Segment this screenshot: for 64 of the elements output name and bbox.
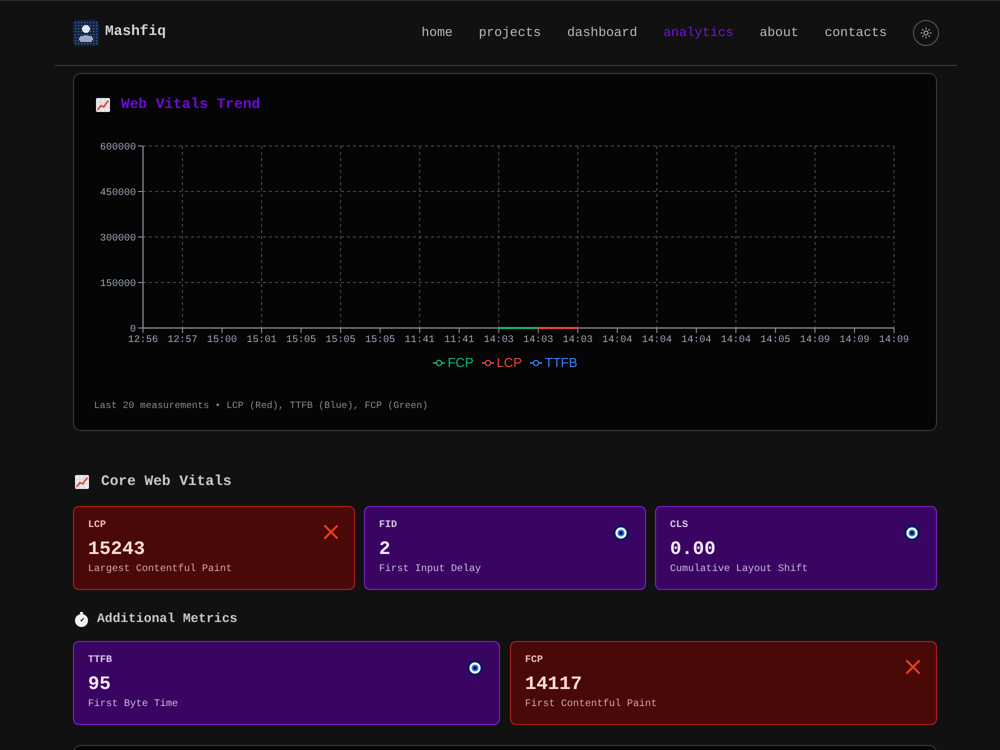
axis-label: 600000 [100,142,136,154]
axis-label: 15:05 [326,335,356,346]
x-mark-icon [324,525,338,539]
section-title: Core Web Vitals [101,473,232,492]
metric-label: TTFB [88,654,114,668]
metric-value: 0.00 [670,537,717,561]
brand-name[interactable]: Mashfiq [105,22,166,44]
metric-label: FID [379,519,398,533]
axis-label: 14:09 [839,335,870,346]
eye-amulet-icon [613,525,629,541]
axis-label: 14:04 [642,335,672,346]
axis-label: 11:41 [404,335,435,346]
axis-label: 15:01 [246,335,277,346]
chart-note: Last 20 measurements • LCP (Red), TTFB (Blue), FCP (Green) [94,400,429,412]
nav-link[interactable]: projects [478,24,542,42]
axis-label: 450000 [100,188,136,199]
nav-link[interactable]: dashboard [567,24,638,42]
eye-amulet-icon [467,660,483,676]
logo-icon[interactable] [73,20,99,46]
section-title: Additional Metrics [97,610,238,628]
chart-title: Web Vitals Trend [121,96,260,115]
axis-label: 14:04 [681,335,712,346]
nav-link[interactable]: contacts [824,24,887,42]
axis-label: 14:03 [562,335,593,346]
x-mark-icon [906,660,920,674]
sun-icon [920,27,932,39]
metric-description: First Byte Time [88,698,178,712]
axis-label: 14:03 [484,335,514,346]
axis-label: 15:05 [365,335,396,346]
metric-value: 2 [379,537,392,561]
axis-label: 0 [130,324,136,336]
metric-value: 15243 [88,537,146,561]
legend-label: FCP [448,355,474,370]
chart-increasing-icon [75,475,89,489]
metric-description: First Contentful Paint [525,698,658,712]
axis-label: 12:56 [128,335,158,346]
axis-label: 14:09 [879,335,909,346]
axis-label: 15:05 [286,335,316,346]
axis-label: 300000 [100,234,136,244]
nav-link[interactable]: about [760,24,799,42]
axis-label: 14:03 [523,335,554,346]
metric-description: Largest Contentful Paint [88,563,232,577]
nav-link[interactable]: home [421,24,453,42]
stopwatch-icon [75,612,88,626]
axis-label: 15:00 [207,335,238,346]
axis-label: 14:05 [760,335,790,346]
metric-description: Cumulative Layout Shift [670,563,808,577]
metric-value: 14117 [525,672,584,696]
theme-toggle-button[interactable] [913,20,939,46]
legend-label: TTFB [544,355,578,370]
axis-label: 14:09 [800,335,830,346]
metric-value: 95 [88,672,112,696]
chart-increasing-icon [96,98,110,112]
axis-label: 11:41 [444,335,474,346]
axis-label: 12:57 [168,335,198,346]
metric-description: First Input Delay [379,563,482,577]
axis-label: 150000 [100,279,136,290]
eye-amulet-icon [904,525,920,541]
axis-label: 14:04 [602,335,632,346]
axis-label: 14:04 [720,335,751,346]
metric-label: CLS [670,519,690,533]
metric-label: LCP [88,519,108,533]
legend-label: LCP [496,355,522,370]
metric-label: FCP [525,654,544,668]
